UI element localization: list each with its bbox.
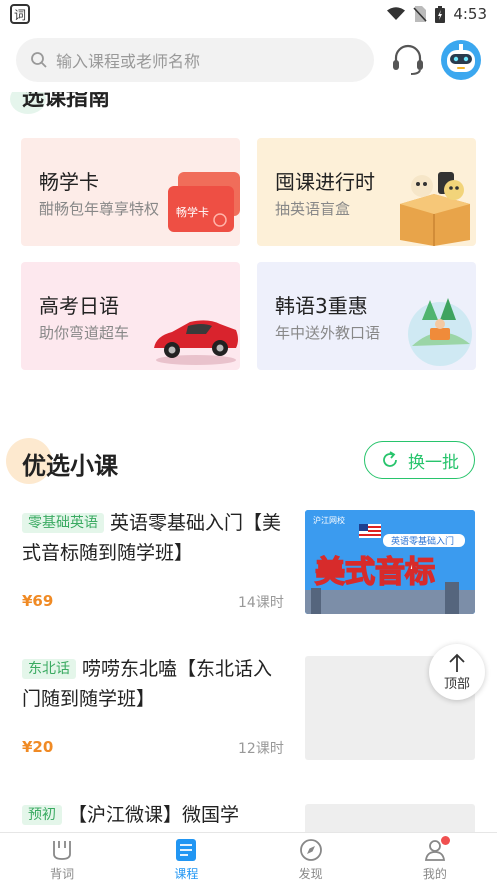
back-to-top-label: 顶部 <box>443 676 470 692</box>
course-hours: 14课时 <box>238 595 284 611</box>
guide-card-korean-offer[interactable]: 韩语3重惠 年中送外教口语 <box>257 262 476 370</box>
refresh-icon <box>383 451 397 467</box>
guide-card-subtitle: 年中送外教口语 <box>275 324 381 342</box>
course-price: ¥20 <box>22 738 54 756</box>
guide-card-subtitle: 抽英语盲盒 <box>275 200 351 218</box>
tab-label: 我的 <box>422 867 447 881</box>
guide-card-subtitle: 酣畅包年尊享特权 <box>39 200 160 218</box>
guide-section-title: 选课指南 <box>22 92 111 111</box>
svg-text:美式音标: 美式音标 <box>315 555 435 590</box>
list-item[interactable]: 东北话 唠唠东北嗑【东北话入门随到随学班】 ¥20 12课时 <box>0 654 497 774</box>
no-sim-icon <box>413 6 427 22</box>
picks-section-title: 优选小课 <box>22 452 118 480</box>
phonetics-banner: 英语零基础入门 沪江网校 美式音标 <box>305 510 475 614</box>
clock: 4:53 <box>453 5 487 23</box>
membership-card-illustration: 畅学卡 <box>168 172 240 232</box>
search-header: 输入课程或老师名称 <box>0 28 497 92</box>
guide-card-title: 韩语3重惠 <box>275 294 368 318</box>
tab-label: 课程 <box>174 867 199 881</box>
guide-card-subtitle: 助你弯道超车 <box>39 324 130 342</box>
refresh-batch-label: 换一批 <box>408 452 459 473</box>
guide-card-gaokao-japanese[interactable]: 高考日语 助你弯道超车 <box>21 262 240 370</box>
course-tag: 预初 <box>22 805 62 825</box>
guide-card-study-card[interactable]: 畅学卡 酣畅包年尊享特权 畅学卡 <box>21 138 240 246</box>
notification-dot <box>440 836 450 845</box>
app-notification-icon: 词 <box>10 4 30 24</box>
tab-label: 发现 <box>298 867 323 881</box>
picks-section-header: 优选小课 换一批 <box>0 432 497 488</box>
list-item[interactable]: 零基础英语 英语零基础入门【美式音标随到随学班】 ¥69 14课时 英语零基础入门… <box>0 508 497 628</box>
avatar[interactable] <box>441 40 481 80</box>
globe-reader-illustration <box>408 298 472 366</box>
back-to-top-button[interactable]: 顶部 <box>429 644 485 700</box>
bookmark-icon <box>53 841 72 860</box>
arrow-up-icon <box>449 653 465 672</box>
course-thumbnail: 英语零基础入门 沪江网校 美式音标 <box>305 510 475 614</box>
course-title: 零基础英语 英语零基础入门【美式音标随到随学班】 <box>22 512 282 564</box>
search-icon <box>31 52 47 68</box>
robot-mascot-icon <box>447 44 475 72</box>
card-art-label: 畅学卡 <box>176 205 209 219</box>
refresh-batch-button[interactable]: 换一批 <box>364 441 475 479</box>
course-list-icon <box>176 839 197 861</box>
compass-icon <box>299 839 322 861</box>
course-tag: 零基础英语 <box>22 513 104 533</box>
tab-profile[interactable]: 我的 <box>373 833 497 887</box>
svg-text:英语零基础入门: 英语零基础入门 <box>391 535 454 547</box>
bottom-tab-bar: 背词 课程 发现 我的 <box>0 832 497 887</box>
profile-icon-wrap <box>423 836 450 862</box>
list-item[interactable]: 预初 【沪江微课】微国学 <box>0 800 497 832</box>
svg-text:沪江网校: 沪江网校 <box>313 515 345 525</box>
course-tag: 东北话 <box>22 659 76 679</box>
course-thumbnail <box>305 804 475 832</box>
guide-card-title: 畅学卡 <box>39 170 99 194</box>
guide-card-course-hoard[interactable]: 囤课进行时 抽英语盲盒 <box>257 138 476 246</box>
tab-label: 背词 <box>50 867 75 881</box>
guide-card-title: 高考日语 <box>39 294 119 318</box>
tab-vocabulary[interactable]: 背词 <box>0 833 124 887</box>
course-price: ¥69 <box>22 592 54 610</box>
search-input[interactable]: 输入课程或老师名称 <box>16 38 374 82</box>
headset-icon[interactable] <box>391 44 425 76</box>
search-placeholder: 输入课程或老师名称 <box>56 52 201 71</box>
guide-card-title: 囤课进行时 <box>275 170 375 194</box>
course-hours: 12课时 <box>238 741 284 757</box>
course-title: 东北话 唠唠东北嗑【东北话入门随到随学班】 <box>22 658 273 710</box>
course-feed[interactable]: 选课指南 畅学卡 酣畅包年尊享特权 畅学卡 囤课进行时 抽英语盲盒 高考日语 助… <box>0 92 497 832</box>
battery-icon <box>435 5 446 23</box>
mystery-box-illustration <box>400 172 470 246</box>
sports-car-illustration <box>154 320 238 365</box>
course-title: 预初 【沪江微课】微国学 <box>22 800 290 830</box>
wifi-icon <box>387 7 406 20</box>
tab-discover[interactable]: 发现 <box>249 833 373 887</box>
tab-courses[interactable]: 课程 <box>124 833 248 887</box>
status-bar: 词 4:53 <box>0 0 497 28</box>
